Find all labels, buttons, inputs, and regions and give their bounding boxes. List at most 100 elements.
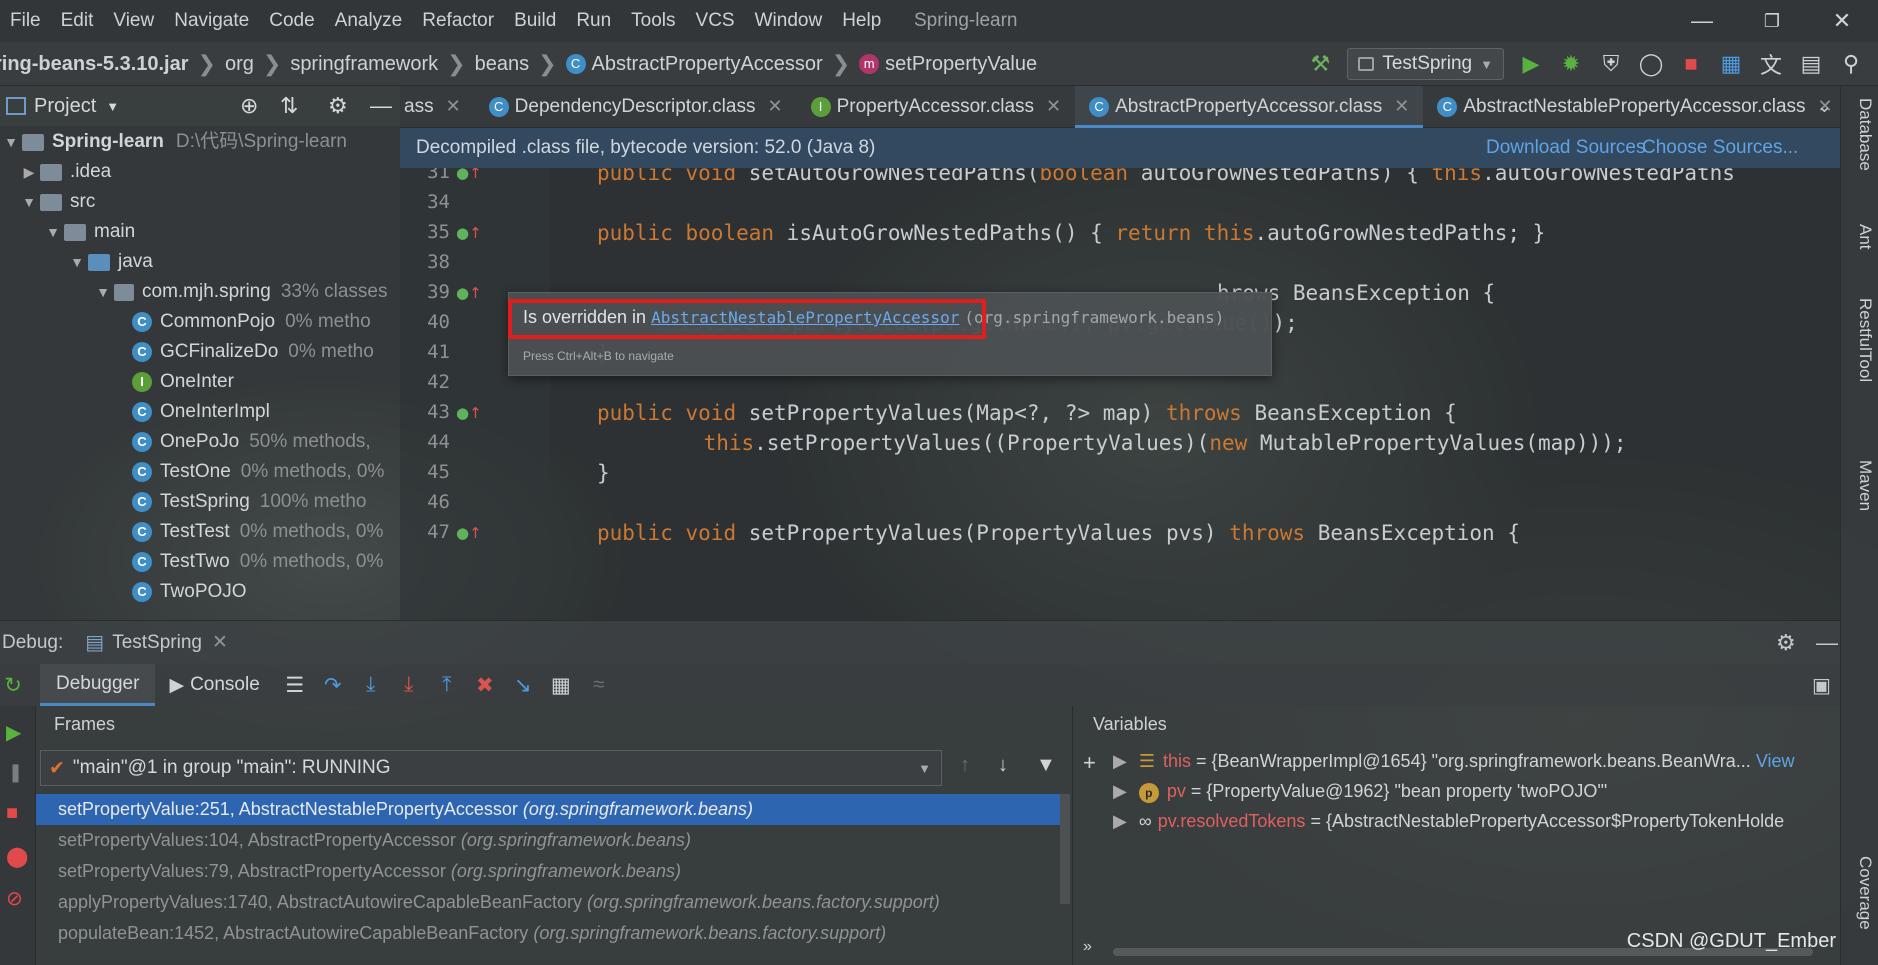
code-line[interactable]: this.setPropertyValues((PropertyValues)(… bbox=[653, 431, 1627, 455]
step-out-icon[interactable]: ⤒ bbox=[428, 673, 466, 697]
project-structure-icon[interactable]: ▦ bbox=[1718, 51, 1744, 77]
expand-arrow-icon[interactable]: ▶ bbox=[1113, 751, 1127, 771]
debug-session-tab[interactable]: TestSpring bbox=[112, 632, 202, 654]
tree-item-class[interactable]: C OneInterImpl bbox=[132, 397, 270, 427]
tree-item-class[interactable]: C CommonPojo 0% metho bbox=[132, 307, 371, 337]
settings-gear-icon[interactable]: ⚙ bbox=[328, 93, 348, 119]
variable-row-pv[interactable]: ▶ p pv = {PropertyValue@1962} "bean proper… bbox=[1113, 776, 1607, 806]
code-line[interactable]: public boolean isAutoGrowNestedPaths() {… bbox=[597, 221, 1545, 245]
pause-icon[interactable]: ❚ bbox=[8, 762, 23, 783]
profile-icon[interactable]: ◯ bbox=[1638, 51, 1664, 77]
trace-icon[interactable]: ≈ bbox=[580, 673, 618, 697]
frames-scrollbar[interactable] bbox=[1060, 794, 1070, 904]
menu-build[interactable]: Build bbox=[504, 0, 566, 42]
resume-icon[interactable]: ▶ bbox=[6, 720, 21, 745]
tab-list-chevron-icon[interactable]: ⌄ bbox=[1817, 96, 1832, 117]
expand-arrow-icon[interactable]: ▶ bbox=[1113, 781, 1127, 801]
filter-icon[interactable]: ▼ bbox=[1036, 754, 1056, 777]
minimize-icon[interactable]: — bbox=[1672, 0, 1732, 42]
menu-help[interactable]: Help bbox=[832, 0, 891, 42]
tree-item-main[interactable]: ▼ main bbox=[42, 217, 135, 247]
restore-icon[interactable]: ❐ bbox=[1742, 0, 1802, 42]
tab-abstract-property-accessor[interactable]: C AbstractPropertyAccessor.class ✕ bbox=[1075, 85, 1424, 129]
tree-item-class[interactable]: C TestTwo 0% methods, 0% bbox=[132, 547, 383, 577]
menu-vcs[interactable]: VCS bbox=[686, 0, 745, 42]
evaluate-expression-icon[interactable]: ▦ bbox=[542, 673, 580, 698]
settings-gear-icon[interactable]: ⚙ bbox=[1776, 630, 1796, 656]
close-icon[interactable]: ✕ bbox=[1812, 0, 1872, 42]
coverage-tool[interactable]: Coverage bbox=[1845, 856, 1875, 930]
breadcrumb-beans[interactable]: beans bbox=[475, 53, 530, 76]
menu-tools[interactable]: Tools bbox=[621, 0, 685, 42]
variable-row-this[interactable]: ▶ ☰ this = {BeanWrapperImpl@1654} "org.spr… bbox=[1113, 746, 1795, 776]
restore-layout-icon[interactable]: ▣ bbox=[1812, 673, 1831, 698]
tree-item-class[interactable]: C TestSpring 100% metho bbox=[132, 487, 366, 517]
view-breakpoints-icon[interactable]: ⬤ bbox=[6, 844, 28, 869]
stop-icon[interactable]: ■ bbox=[6, 802, 18, 825]
add-watch-icon[interactable]: + bbox=[1083, 750, 1096, 776]
frame-row[interactable]: populateBean:1452, AbstractAutowireCapab… bbox=[36, 918, 1070, 949]
code-line[interactable]: public void setPropertyValues(Map<?, ?> … bbox=[597, 401, 1457, 425]
expand-arrow-icon[interactable]: ▶ bbox=[1113, 811, 1127, 831]
hide-panel-icon[interactable]: — bbox=[1816, 630, 1838, 656]
close-session-icon[interactable]: ✕ bbox=[212, 631, 228, 654]
expand-arrow-icon[interactable]: ▼ bbox=[92, 277, 114, 307]
step-over-icon[interactable]: ↷ bbox=[314, 673, 352, 698]
tree-item-class[interactable]: C TestTest 0% methods, 0% bbox=[132, 517, 383, 547]
frame-row[interactable]: setPropertyValues:79, AbstractPropertyAc… bbox=[36, 856, 1070, 887]
expand-arrow-icon[interactable]: ▼ bbox=[42, 217, 64, 247]
maven-tool[interactable]: Maven bbox=[1845, 460, 1875, 511]
code-line[interactable]: } bbox=[597, 461, 610, 485]
override-marker-icon[interactable]: ●↑ bbox=[456, 524, 482, 546]
menu-analyze[interactable]: Analyze bbox=[325, 0, 413, 42]
hide-panel-icon[interactable]: — bbox=[370, 93, 392, 119]
arrow-up-icon[interactable]: ↑ bbox=[960, 754, 970, 777]
tree-item-src[interactable]: ▼ src bbox=[18, 187, 95, 217]
breadcrumb-jar[interactable]: ring-beans-5.3.10.jar bbox=[0, 53, 189, 76]
menu-file[interactable]: File bbox=[0, 0, 51, 42]
tab-dependency-descriptor[interactable]: C DependencyDescriptor.class ✕ bbox=[475, 86, 797, 128]
override-marker-icon[interactable]: ●↑ bbox=[456, 404, 482, 426]
mute-breakpoints-icon[interactable]: ⊘ bbox=[6, 886, 23, 911]
run-configuration-select[interactable]: TestSpring ▼ bbox=[1347, 48, 1504, 80]
menu-window[interactable]: Window bbox=[745, 0, 833, 42]
presentation-icon[interactable]: ▤ bbox=[1798, 51, 1824, 77]
menu-edit[interactable]: Edit bbox=[51, 0, 104, 42]
drop-frame-icon[interactable]: ✖ bbox=[466, 673, 504, 698]
close-tab-icon[interactable]: ✕ bbox=[446, 96, 461, 117]
breadcrumb-springframework[interactable]: springframework bbox=[290, 53, 438, 76]
breadcrumb-class[interactable]: AbstractPropertyAccessor bbox=[592, 53, 823, 76]
frame-row[interactable]: setPropertyValue:251, AbstractNestablePr… bbox=[36, 794, 1070, 825]
tab-console[interactable]: Console bbox=[184, 664, 276, 706]
chevron-down-icon[interactable]: ▼ bbox=[106, 99, 119, 114]
tree-item-module[interactable]: ▼ Spring-learn D:\代码\Spring-learn bbox=[0, 127, 347, 157]
choose-sources-link[interactable]: Choose Sources... bbox=[1642, 137, 1798, 159]
tab-debugger[interactable]: Debugger bbox=[40, 664, 156, 706]
collapsed-arrow-icon[interactable]: ▶ bbox=[18, 157, 40, 187]
override-marker-icon[interactable]: ●↑ bbox=[456, 224, 482, 246]
override-marker-icon[interactable]: ●↑ bbox=[456, 284, 482, 306]
override-marker-icon[interactable]: ●↑ bbox=[456, 168, 482, 186]
thread-select[interactable]: ✔ "main"@1 in group "main": RUNNING ▼ bbox=[40, 750, 942, 786]
run-to-cursor-icon[interactable]: ↘ bbox=[504, 673, 542, 698]
tree-item-java[interactable]: ▼ java bbox=[66, 247, 153, 277]
menu-code[interactable]: Code bbox=[259, 0, 324, 42]
ant-tool[interactable]: Ant bbox=[1845, 224, 1875, 250]
code-line[interactable]: public void setPropertyValues(PropertyVa… bbox=[597, 521, 1520, 545]
debug-bug-icon[interactable]: ✹ bbox=[1558, 51, 1584, 77]
menu-refactor[interactable]: Refactor bbox=[412, 0, 504, 42]
tree-item-class[interactable]: C TwoPOJO bbox=[132, 577, 247, 607]
tab-abstract-nestable-property-accessor[interactable]: C AbstractNestablePropertyAccessor.class ✕ bbox=[1423, 86, 1846, 128]
tree-item-package[interactable]: ▼ com.mjh.spring 33% classes bbox=[92, 277, 387, 307]
menu-run[interactable]: Run bbox=[566, 0, 621, 42]
close-tab-icon[interactable]: ✕ bbox=[1046, 96, 1061, 117]
expand-arrow-icon[interactable]: ▼ bbox=[18, 187, 40, 217]
build-hammer-icon[interactable]: ⚒ bbox=[1307, 51, 1333, 77]
tree-item-class[interactable]: C OnePoJo 50% methods, bbox=[132, 427, 371, 457]
expand-more-icon[interactable]: » bbox=[1083, 938, 1092, 956]
coverage-icon[interactable]: ⛨ bbox=[1598, 51, 1624, 77]
frame-row[interactable]: setPropertyValues:104, AbstractPropertyA… bbox=[36, 825, 1070, 856]
frame-row[interactable]: applyPropertyValues:1740, AbstractAutowi… bbox=[36, 887, 1070, 918]
menu-navigate[interactable]: Navigate bbox=[164, 0, 259, 42]
locate-target-icon[interactable]: ⊕ bbox=[240, 93, 258, 119]
